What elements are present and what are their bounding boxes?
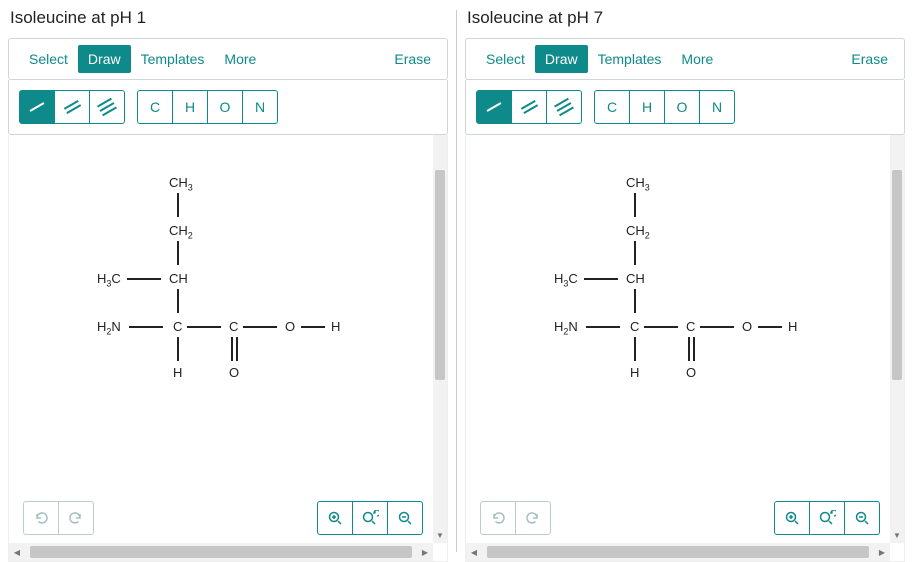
- zoom-out-icon: [854, 510, 870, 526]
- atom-h-button[interactable]: H: [172, 90, 208, 124]
- atom-o-button[interactable]: O: [207, 90, 243, 124]
- vertical-scrollbar[interactable]: ▼: [890, 135, 904, 543]
- tab-draw[interactable]: Draw: [535, 45, 588, 73]
- tab-templates[interactable]: Templates: [131, 45, 215, 73]
- tab-more[interactable]: More: [671, 45, 723, 73]
- zoom-in-icon: [784, 510, 800, 526]
- horizontal-scrollbar[interactable]: ◀ ▶: [9, 543, 433, 561]
- atom-h-button[interactable]: H: [629, 90, 665, 124]
- zoom-out-button[interactable]: [844, 501, 880, 535]
- tab-select[interactable]: Select: [19, 45, 78, 73]
- panel-title: Isoleucine at pH 1: [8, 4, 448, 38]
- triple-bond-button[interactable]: [89, 90, 125, 124]
- double-bond-button[interactable]: [54, 90, 90, 124]
- undo-button[interactable]: [480, 501, 516, 535]
- hscroll-right-arrow[interactable]: ▶: [417, 548, 433, 557]
- horizontal-scrollbar[interactable]: ◀ ▶: [466, 543, 890, 561]
- redo-icon: [525, 510, 541, 526]
- hscroll-right-arrow[interactable]: ▶: [874, 548, 890, 557]
- redo-button[interactable]: [515, 501, 551, 535]
- single-bond-button[interactable]: [476, 90, 512, 124]
- hscroll-thumb[interactable]: [487, 546, 869, 558]
- zoom-reset-icon: [361, 510, 379, 526]
- tab-more[interactable]: More: [214, 45, 266, 73]
- erase-button[interactable]: Erase: [388, 47, 437, 71]
- canvas-footer: [480, 501, 880, 535]
- atom-n-button[interactable]: N: [699, 90, 735, 124]
- tool-row: C H O N: [465, 80, 905, 135]
- undo-icon: [33, 510, 49, 526]
- atom-n-button[interactable]: N: [242, 90, 278, 124]
- hscroll-thumb[interactable]: [30, 546, 412, 558]
- canvas[interactable]: CH3 CH2 H3C CH H2N C C O H H O: [465, 135, 905, 562]
- canvas-footer: [23, 501, 423, 535]
- vscroll-down-arrow[interactable]: ▼: [433, 527, 447, 543]
- tab-draw[interactable]: Draw: [78, 45, 131, 73]
- mode-toolbar: Select Draw Templates More Erase: [465, 38, 905, 80]
- double-bond-button[interactable]: [511, 90, 547, 124]
- editor-panel-right: Isoleucine at pH 7 Select Draw Templates…: [457, 0, 913, 562]
- vscroll-down-arrow[interactable]: ▼: [890, 527, 904, 543]
- zoom-reset-button[interactable]: [809, 501, 845, 535]
- zoom-reset-icon: [818, 510, 836, 526]
- tab-templates[interactable]: Templates: [588, 45, 672, 73]
- panel-title: Isoleucine at pH 7: [465, 4, 905, 38]
- vscroll-thumb[interactable]: [892, 170, 902, 380]
- redo-button[interactable]: [58, 501, 94, 535]
- tool-row: C H O N: [8, 80, 448, 135]
- hscroll-left-arrow[interactable]: ◀: [9, 548, 25, 557]
- atom-o-button[interactable]: O: [664, 90, 700, 124]
- tab-select[interactable]: Select: [476, 45, 535, 73]
- bond-group: [476, 90, 582, 124]
- hscroll-left-arrow[interactable]: ◀: [466, 548, 482, 557]
- zoom-in-button[interactable]: [317, 501, 353, 535]
- undo-button[interactable]: [23, 501, 59, 535]
- atom-group: C H O N: [137, 90, 278, 124]
- editor-panel-left: Isoleucine at pH 1 Select Draw Templates…: [0, 0, 456, 562]
- atom-c-button[interactable]: C: [594, 90, 630, 124]
- bond-group: [19, 90, 125, 124]
- zoom-out-button[interactable]: [387, 501, 423, 535]
- mode-toolbar: Select Draw Templates More Erase: [8, 38, 448, 80]
- redo-icon: [68, 510, 84, 526]
- zoom-reset-button[interactable]: [352, 501, 388, 535]
- zoom-out-icon: [397, 510, 413, 526]
- atom-c-button[interactable]: C: [137, 90, 173, 124]
- triple-bond-button[interactable]: [546, 90, 582, 124]
- erase-button[interactable]: Erase: [845, 47, 894, 71]
- undo-icon: [490, 510, 506, 526]
- vscroll-thumb[interactable]: [435, 170, 445, 380]
- canvas[interactable]: CH3 CH2 H3C CH H2N C C O H H O: [8, 135, 448, 562]
- atom-group: C H O N: [594, 90, 735, 124]
- zoom-in-icon: [327, 510, 343, 526]
- single-bond-button[interactable]: [19, 90, 55, 124]
- vertical-scrollbar[interactable]: ▼: [433, 135, 447, 543]
- zoom-in-button[interactable]: [774, 501, 810, 535]
